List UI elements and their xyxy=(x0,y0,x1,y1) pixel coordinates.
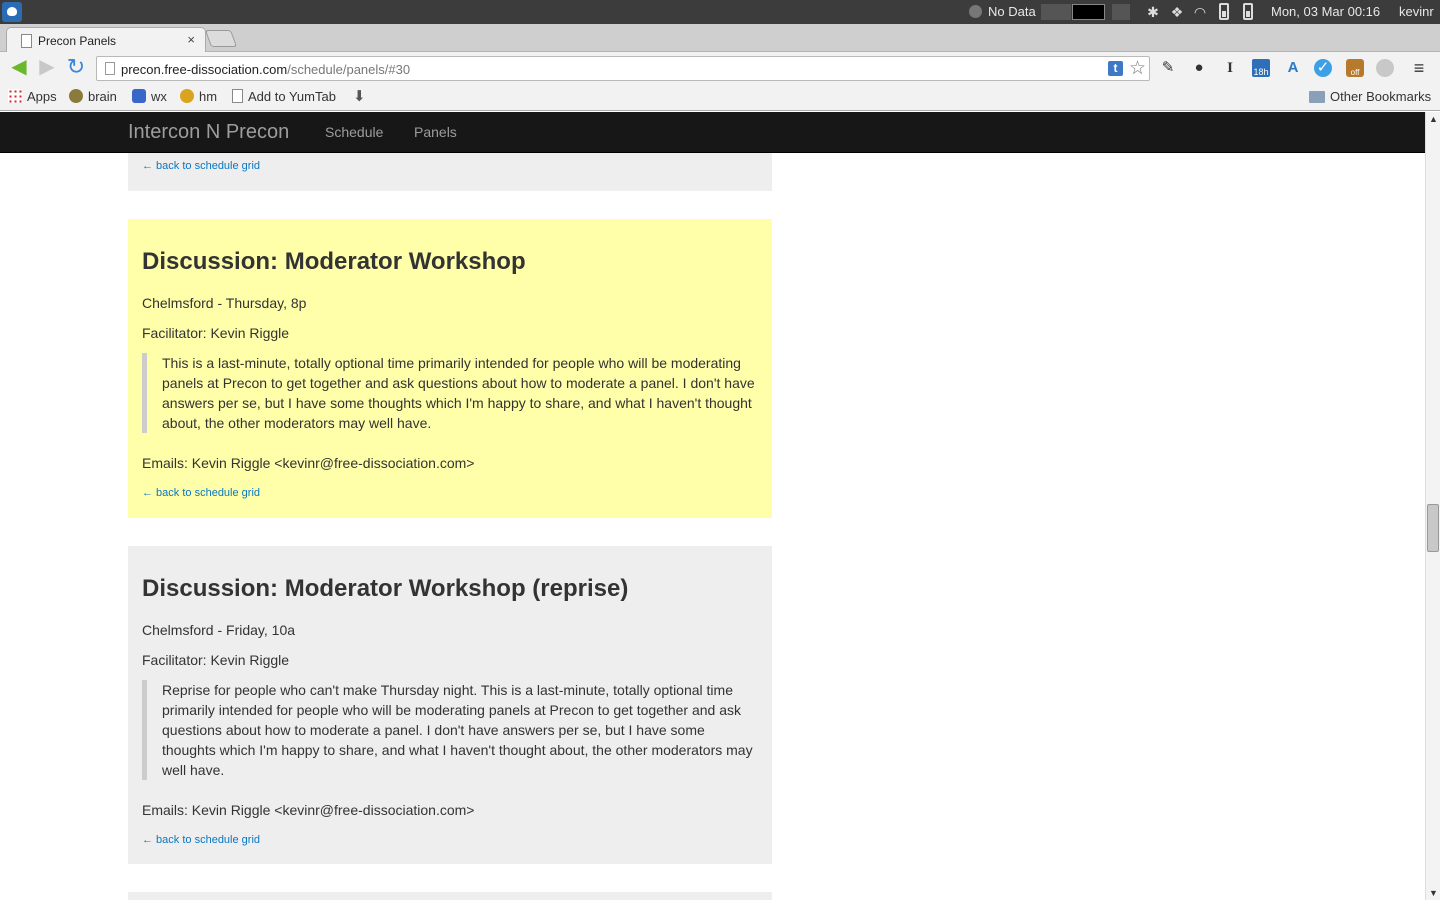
bee-icon xyxy=(180,89,194,103)
bookmark-hm[interactable]: hm xyxy=(180,89,217,104)
translate-icon[interactable]: A xyxy=(1284,59,1302,77)
wx-icon xyxy=(132,89,146,103)
tab-precon-panels[interactable]: Precon Panels × xyxy=(6,27,206,53)
panel-facilitator: Facilitator: Kevin Riggle xyxy=(142,652,290,668)
scroll-up-icon[interactable]: ▲ xyxy=(1428,113,1439,125)
clock[interactable]: Mon, 03 Mar 00:16 xyxy=(1271,4,1380,19)
panel-emails: Emails: Kevin Riggle <kevinr@free-dissoc… xyxy=(142,455,475,471)
network-status-icon xyxy=(969,5,982,18)
system-top-bar: No Data ✱ ❖ ◠ Mon, 03 Mar 00:16 kevinr xyxy=(0,0,1440,24)
battery-secondary-icon[interactable] xyxy=(1243,3,1253,20)
download-arrow-icon[interactable]: ⬇ xyxy=(353,87,366,105)
url-host: precon.free-dissociation.com xyxy=(121,62,288,77)
apps-grid-icon xyxy=(8,89,22,103)
back-to-schedule-link[interactable]: ← back to schedule grid xyxy=(142,834,260,846)
spy-glasses-icon[interactable]: ● xyxy=(1190,59,1208,77)
bookmark-apps-label: Apps xyxy=(27,89,57,104)
bookmark-wx-label: wx xyxy=(151,89,167,104)
instapaper-icon[interactable]: I xyxy=(1221,59,1239,77)
tab-title: Precon Panels xyxy=(38,34,117,48)
document-icon xyxy=(232,89,243,103)
dropbox-icon[interactable]: ❖ xyxy=(1169,3,1185,21)
folder-icon xyxy=(1309,91,1325,103)
bookmark-yumtab-label: Add to YumTab xyxy=(248,89,336,104)
panel-card-moderator-workshop: Discussion: Moderator Workshop Chelmsfor… xyxy=(128,219,772,518)
bookmark-star-icon[interactable]: ☆ xyxy=(1129,57,1146,80)
brain-icon xyxy=(69,89,83,103)
nav-panels[interactable]: Panels xyxy=(414,124,457,140)
load-meter xyxy=(1112,4,1130,20)
memory-meter xyxy=(1072,4,1105,20)
globe-icon[interactable] xyxy=(1376,59,1394,77)
bookmarks-bar: Apps brain wx hm Add to YumTab ⬇ Other B… xyxy=(0,84,1440,111)
new-tab-button[interactable] xyxy=(204,30,238,47)
page-info-icon[interactable] xyxy=(105,62,115,75)
user-menu[interactable]: kevinr xyxy=(1399,4,1434,19)
forward-arrow-icon[interactable]: ▶ xyxy=(36,57,58,78)
site-navbar: Intercon N Precon Schedule Panels xyxy=(0,112,1425,153)
menu-icon[interactable]: ≡ xyxy=(1410,59,1428,77)
back-to-schedule-link[interactable]: ← back to schedule grid xyxy=(142,160,260,172)
bookmark-brain-label: brain xyxy=(88,89,117,104)
nav-schedule[interactable]: Schedule xyxy=(325,124,383,140)
system-menu-icon[interactable] xyxy=(2,2,22,22)
bookmark-yumtab[interactable]: Add to YumTab xyxy=(232,89,336,104)
site-brand[interactable]: Intercon N Precon xyxy=(128,121,289,144)
url-path: /schedule/panels/#30 xyxy=(287,62,411,77)
scrollbar-thumb[interactable] xyxy=(1427,504,1439,552)
page-favicon-icon xyxy=(21,34,32,48)
pin-icon[interactable]: ✎ xyxy=(1159,59,1177,77)
panel-card-next xyxy=(128,892,772,900)
network-status-text: No Data xyxy=(988,4,1036,19)
panel-location-time: Chelmsford - Thursday, 8p xyxy=(142,295,307,311)
page-scrollbar[interactable]: ▲ ▼ xyxy=(1425,112,1440,900)
bluetooth-icon[interactable]: ✱ xyxy=(1145,3,1161,21)
bookmark-other-label: Other Bookmarks xyxy=(1330,89,1432,104)
extension-t-icon[interactable]: t xyxy=(1108,61,1123,76)
checkmark-icon[interactable]: ✓ xyxy=(1314,59,1332,77)
bookmark-brain[interactable]: brain xyxy=(69,89,117,104)
bookmark-other[interactable]: Other Bookmarks xyxy=(1309,89,1431,104)
calendar-icon[interactable]: 18h xyxy=(1252,59,1270,77)
url-text[interactable]: precon.free-dissociation.com/schedule/pa… xyxy=(121,62,410,77)
panel-card-moderator-workshop-reprise: Discussion: Moderator Workshop (reprise)… xyxy=(128,546,772,864)
off-badge-icon[interactable]: off xyxy=(1346,59,1364,77)
battery-icon[interactable] xyxy=(1219,3,1229,20)
back-to-schedule-link[interactable]: ← back to schedule grid xyxy=(142,487,260,499)
bookmark-wx[interactable]: wx xyxy=(132,89,167,104)
reload-icon[interactable]: ↻ xyxy=(65,56,87,78)
tab-close-icon[interactable]: × xyxy=(187,32,195,47)
panel-emails: Emails: Kevin Riggle <kevinr@free-dissoc… xyxy=(142,802,475,818)
scroll-down-icon[interactable]: ▼ xyxy=(1428,887,1439,899)
page-viewport: Intercon N Precon Schedule Panels ← back… xyxy=(0,112,1425,900)
panel-location-time: Chelmsford - Friday, 10a xyxy=(142,622,296,638)
panel-description: This is a last-minute, totally optional … xyxy=(142,353,758,433)
cpu-meter xyxy=(1041,4,1071,20)
tab-strip: Precon Panels × xyxy=(0,24,1440,53)
panel-title: Discussion: Moderator Workshop xyxy=(142,248,526,275)
panel-description: Reprise for people who can't make Thursd… xyxy=(142,680,758,780)
back-arrow-icon[interactable]: ◀ xyxy=(8,57,30,78)
bookmark-hm-label: hm xyxy=(199,89,218,104)
panel-title: Discussion: Moderator Workshop (reprise) xyxy=(142,575,629,602)
bookmark-apps[interactable]: Apps xyxy=(8,89,57,104)
panel-facilitator: Facilitator: Kevin Riggle xyxy=(142,325,290,341)
browser-toolbar: ◀ ▶ ↻ precon.free-dissociation.com/sched… xyxy=(0,52,1440,84)
address-bar[interactable]: precon.free-dissociation.com/schedule/pa… xyxy=(96,56,1150,81)
wifi-icon[interactable]: ◠ xyxy=(1192,3,1208,21)
